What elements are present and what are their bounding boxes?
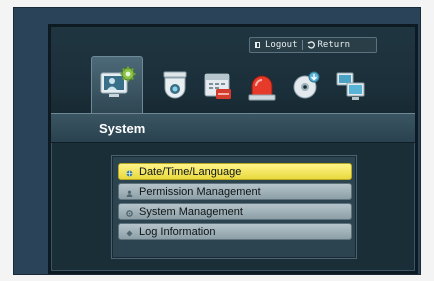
menu-item-permission-management[interactable]: Permission Management bbox=[118, 183, 352, 200]
topbar-divider bbox=[301, 40, 303, 50]
user-icon bbox=[126, 188, 133, 197]
globe-icon bbox=[126, 168, 133, 177]
gear-icon bbox=[126, 208, 133, 217]
logout-button[interactable]: Logout bbox=[254, 40, 298, 50]
system-menu-panel: Date/Time/Language Permission Management… bbox=[111, 155, 357, 259]
tab-record[interactable] bbox=[203, 70, 233, 106]
menu-item-label: Date/Time/Language bbox=[139, 165, 242, 178]
menu-item-date-time-language[interactable]: Date/Time/Language bbox=[118, 163, 352, 180]
system-icon bbox=[98, 65, 138, 109]
return-button[interactable]: Return bbox=[307, 40, 351, 50]
return-label: Return bbox=[317, 40, 351, 50]
menu-icon-row bbox=[91, 56, 391, 114]
network-icon bbox=[335, 72, 367, 106]
system-menu-list: Date/Time/Language Permission Management… bbox=[118, 163, 352, 243]
return-icon bbox=[307, 41, 315, 49]
menu-item-label: System Management bbox=[139, 205, 243, 218]
section-banner: System bbox=[51, 113, 415, 143]
logout-icon bbox=[254, 41, 262, 49]
log-icon bbox=[126, 228, 133, 237]
record-icon bbox=[203, 73, 233, 106]
monitor-frame: Logout Return System Date/Time/Language … bbox=[13, 7, 421, 275]
page-title: System bbox=[99, 121, 146, 136]
tab-system[interactable] bbox=[91, 56, 143, 114]
logout-label: Logout bbox=[265, 40, 298, 50]
menu-item-label: Permission Management bbox=[139, 185, 261, 198]
tab-event[interactable] bbox=[247, 70, 277, 106]
top-button-bar: Logout Return bbox=[249, 37, 377, 53]
tab-network[interactable] bbox=[335, 70, 367, 106]
tab-backup[interactable] bbox=[291, 70, 321, 106]
event-icon bbox=[247, 75, 277, 106]
menu-item-log-information[interactable]: Log Information bbox=[118, 223, 352, 240]
dvr-screen: Logout Return System Date/Time/Language … bbox=[48, 24, 418, 274]
backup-icon bbox=[291, 71, 321, 106]
menu-item-label: Log Information bbox=[139, 225, 216, 238]
menu-item-system-management[interactable]: System Management bbox=[118, 203, 352, 220]
tab-camera[interactable] bbox=[161, 70, 189, 106]
camera-icon bbox=[161, 71, 189, 106]
